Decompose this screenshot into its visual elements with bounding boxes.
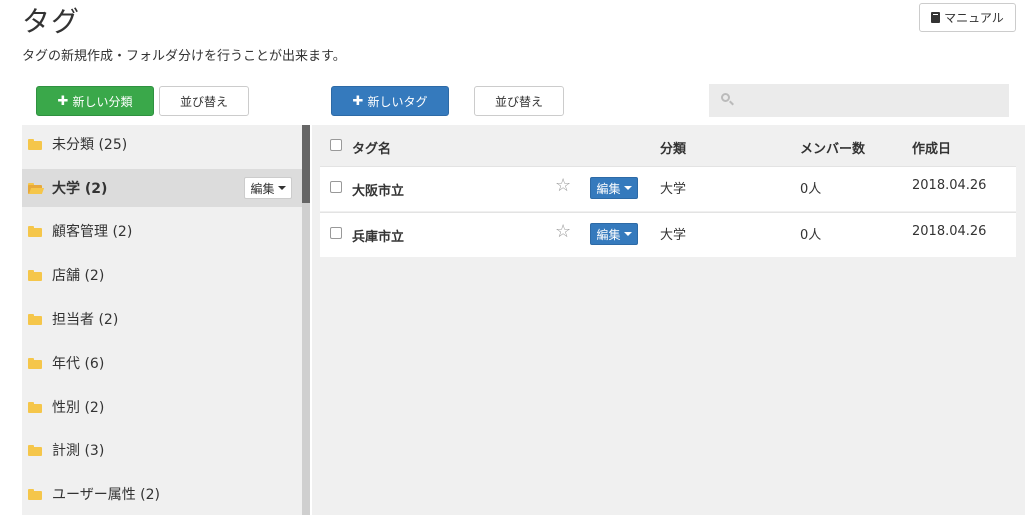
search-input[interactable] [709,84,1009,117]
folder-icon [28,269,42,281]
folder-icon [28,357,42,369]
sidebar-item-store[interactable]: 店舗 (2) [22,256,302,294]
sidebar-item-label: 店舗 (2) [52,268,105,284]
sidebar-item-label: 大学 (2) [52,181,108,197]
tag-created-date: 2018.04.26 [912,224,987,239]
sidebar-item-staff[interactable]: 担当者 (2) [22,300,302,338]
new-tag-label: 新しいタグ [367,94,428,109]
column-header-created[interactable]: 作成日 [912,138,951,157]
tag-name[interactable]: 兵庫市立 [352,226,404,245]
column-header-category[interactable]: 分類 [660,138,686,157]
tag-member-count: 0人 [800,228,822,243]
row-checkbox[interactable] [330,227,342,239]
new-category-label: 新しい分類 [72,94,133,109]
new-category-button[interactable]: ✚ 新しい分類 [36,86,154,116]
chevron-down-icon [623,232,632,236]
sidebar-item-label: 年代 (6) [52,356,105,372]
page-title: タグ [22,5,81,38]
star-icon[interactable]: ☆ [555,223,571,241]
sort-categories-button[interactable]: 並び替え [159,86,249,116]
sidebar-item-user-attributes[interactable]: ユーザー属性 (2) [22,475,302,513]
tag-name[interactable]: 大阪市立 [352,180,404,199]
new-tag-button[interactable]: ✚ 新しいタグ [331,86,449,116]
edit-label: 編集 [596,227,621,242]
sort-tags-label: 並び替え [494,94,543,109]
sidebar-item-label: 計測 (3) [52,443,105,459]
folder-icon [28,138,42,150]
manual-button-label: マニュアル [944,11,1004,25]
folder-icon [28,225,42,237]
edit-label: 編集 [596,181,621,196]
chevron-down-icon [277,186,286,190]
manual-button[interactable]: マニュアル [919,3,1016,32]
tag-created-date: 2018.04.26 [912,178,987,193]
star-icon[interactable]: ☆ [555,177,571,195]
sidebar-item-uncategorized[interactable]: 未分類 (25) [22,125,302,163]
sidebar-item-label: 未分類 (25) [52,137,128,153]
tag-category: 大学 [660,182,687,197]
folder-icon [28,401,42,413]
sidebar-item-measurement[interactable]: 計測 (3) [22,431,302,469]
column-header-members[interactable]: メンバー数 [800,138,865,157]
sidebar-item-label: ユーザー属性 (2) [52,487,161,503]
sort-tags-button[interactable]: 並び替え [474,86,564,116]
sidebar-scrollbar-thumb[interactable] [302,125,310,203]
sidebar-item-university[interactable]: 大学 (2) 編集 [22,169,302,207]
folder-icon [28,488,42,500]
tag-category: 大学 [660,228,687,243]
row-edit-dropdown[interactable]: 編集 [590,223,638,245]
column-header-tag-name[interactable]: タグ名 [352,138,391,157]
sort-categories-label: 並び替え [179,94,228,109]
category-edit-dropdown[interactable]: 編集 [244,177,292,199]
row-checkbox[interactable] [330,181,342,193]
page-description: タグの新規作成・フォルダ分けを行うことが出来ます。 [22,49,346,64]
folder-open-icon [28,182,45,194]
tag-member-count: 0人 [800,182,822,197]
select-all-checkbox[interactable] [330,139,342,151]
row-edit-dropdown[interactable]: 編集 [590,177,638,199]
sidebar-item-customer-management[interactable]: 顧客管理 (2) [22,212,302,250]
sidebar-item-label: 顧客管理 (2) [52,224,133,240]
sidebar-item-gender[interactable]: 性別 (2) [22,388,302,426]
plus-icon: ✚ [352,93,364,109]
folder-icon [28,444,42,456]
search-icon [721,93,734,106]
table-row[interactable]: 大阪市立 ☆ 編集 大学 0人 2018.04.26 [320,166,1016,211]
category-sidebar: 未分類 (25) 大学 (2) 編集 顧客管理 (2) 店舗 (2) 担当者 (… [22,125,310,515]
table-row[interactable]: 兵庫市立 ☆ 編集 大学 0人 2018.04.26 [320,212,1016,257]
sidebar-item-label: 担当者 (2) [52,312,119,328]
book-icon [931,12,941,23]
sidebar-item-label: 性別 (2) [52,400,105,416]
table-header: タグ名 分類 メンバー数 作成日 [320,127,1016,165]
plus-icon: ✚ [57,93,69,109]
chevron-down-icon [623,186,632,190]
sidebar-item-age[interactable]: 年代 (6) [22,344,302,382]
edit-label: 編集 [250,181,275,196]
folder-icon [28,313,42,325]
